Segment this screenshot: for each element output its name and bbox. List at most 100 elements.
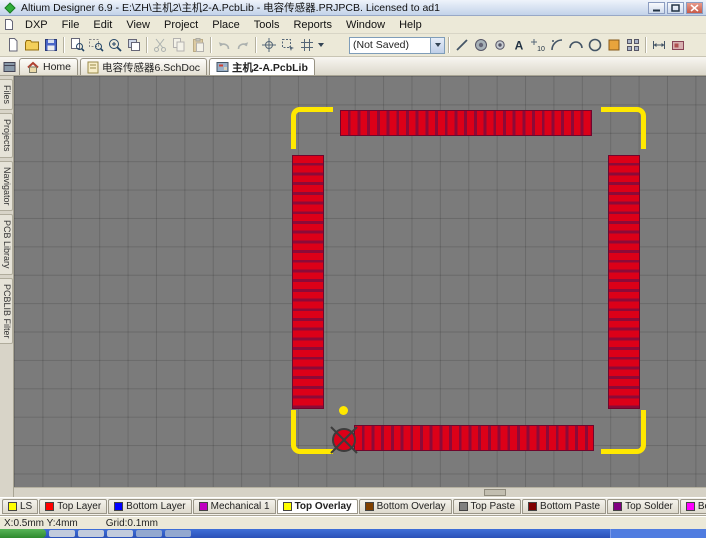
layer-tab-top-paste[interactable]: Top Paste bbox=[453, 499, 521, 514]
layer-tab-bottom-paste[interactable]: Bottom Paste bbox=[522, 499, 606, 514]
layer-color-swatch bbox=[686, 502, 695, 511]
silkscreen-corner-top-left[interactable] bbox=[291, 107, 333, 149]
sidebar-tab-navigator[interactable]: Navigator bbox=[0, 161, 13, 212]
layer-tab-ls[interactable]: LS bbox=[2, 499, 38, 514]
layer-tab-top-layer[interactable]: Top Layer bbox=[39, 499, 107, 514]
crosshair-icon[interactable] bbox=[259, 36, 278, 55]
tab-list-icon[interactable] bbox=[2, 59, 17, 74]
fit-document-icon[interactable] bbox=[67, 36, 86, 55]
place-via-icon[interactable] bbox=[490, 36, 509, 55]
copy-icon[interactable] bbox=[169, 36, 188, 55]
doc-tab-label: Home bbox=[43, 61, 71, 73]
menu-file[interactable]: File bbox=[55, 18, 87, 32]
sidebar-tab-pcblib-filter[interactable]: PCBLIB Filter bbox=[0, 278, 13, 345]
paste-icon[interactable] bbox=[188, 36, 207, 55]
altium-app-icon bbox=[4, 2, 15, 13]
zoom-area-icon[interactable] bbox=[86, 36, 105, 55]
start-button[interactable] bbox=[0, 529, 46, 538]
new-document-icon[interactable] bbox=[3, 36, 22, 55]
minimize-button[interactable] bbox=[648, 2, 665, 14]
arc-edge-icon[interactable] bbox=[566, 36, 585, 55]
menu-edit[interactable]: Edit bbox=[86, 18, 119, 32]
silkscreen-corner-bottom-left[interactable] bbox=[291, 410, 333, 454]
menu-reports[interactable]: Reports bbox=[286, 18, 339, 32]
tab-home[interactable]: Home bbox=[19, 58, 78, 75]
silkscreen-corner-top-right[interactable] bbox=[601, 107, 646, 149]
layer-tab-bottom-solder[interactable]: Bottom Solder bbox=[680, 499, 706, 514]
layer-tab-mechanical-1[interactable]: Mechanical 1 bbox=[193, 499, 276, 514]
menu-window[interactable]: Window bbox=[339, 18, 392, 32]
origin-dot[interactable] bbox=[339, 406, 348, 415]
place-room-icon[interactable] bbox=[668, 36, 687, 55]
menu-dxp[interactable]: DXP bbox=[18, 18, 55, 32]
maximize-button[interactable] bbox=[667, 2, 684, 14]
arc-center-icon[interactable] bbox=[547, 36, 566, 55]
layer-tab-bottom-overlay[interactable]: Bottom Overlay bbox=[359, 499, 452, 514]
selection-filter-icon[interactable] bbox=[278, 36, 297, 55]
quick-launch-item[interactable] bbox=[49, 530, 75, 537]
scrollbar-thumb[interactable] bbox=[484, 489, 506, 496]
open-folder-icon[interactable] bbox=[22, 36, 41, 55]
pad-column-right[interactable] bbox=[608, 155, 640, 409]
layer-tab-bottom-layer[interactable]: Bottom Layer bbox=[108, 499, 191, 514]
sidebar-tab-projects[interactable]: Projects bbox=[0, 113, 13, 158]
menu-help[interactable]: Help bbox=[392, 18, 429, 32]
toolbar-separator bbox=[146, 37, 147, 53]
place-line-icon[interactable] bbox=[452, 36, 471, 55]
svg-text:10: 10 bbox=[537, 46, 545, 53]
layer-color-swatch bbox=[199, 502, 208, 511]
layer-tab-top-solder[interactable]: Top Solder bbox=[607, 499, 679, 514]
pad-row-top[interactable] bbox=[340, 110, 592, 136]
tab-schdoc[interactable]: 电容传感器6.SchDoc bbox=[80, 58, 207, 75]
pad-column-left[interactable] bbox=[292, 155, 324, 409]
quick-launch-item[interactable] bbox=[78, 530, 104, 537]
place-dimension-icon[interactable] bbox=[649, 36, 668, 55]
zoom-selection-icon[interactable] bbox=[124, 36, 143, 55]
taskbar-window-button[interactable] bbox=[136, 530, 162, 537]
document-tabbar: Home 电容传感器6.SchDoc 主机2-A.PcbLib bbox=[0, 57, 706, 76]
toolbar-separator bbox=[645, 37, 646, 53]
taskbar-window-button[interactable] bbox=[165, 530, 191, 537]
toolbar-separator bbox=[210, 37, 211, 53]
pcb-canvas[interactable] bbox=[14, 76, 706, 487]
selection-filter-combobox[interactable]: (Not Saved) bbox=[349, 37, 445, 54]
menu-place[interactable]: Place bbox=[205, 18, 247, 32]
menu-view[interactable]: View bbox=[119, 18, 157, 32]
full-circle-icon[interactable] bbox=[585, 36, 604, 55]
zoom-in-icon[interactable] bbox=[105, 36, 124, 55]
grid-dropdown-button[interactable] bbox=[316, 36, 325, 55]
layer-tab-top-overlay[interactable]: Top Overlay bbox=[277, 499, 358, 514]
sidebar-tab-files[interactable]: Files bbox=[0, 79, 13, 110]
place-string-icon[interactable]: A bbox=[509, 36, 528, 55]
silkscreen-corner-bottom-right[interactable] bbox=[601, 410, 646, 454]
menu-tools[interactable]: Tools bbox=[247, 18, 287, 32]
combobox-dropdown-button[interactable] bbox=[430, 38, 444, 53]
quick-launch-item[interactable] bbox=[107, 530, 133, 537]
cursor-position: X:0.5mm Y:4mm bbox=[4, 518, 78, 529]
layer-tab-label: Bottom Paste bbox=[540, 501, 600, 512]
grid-readout: Grid:0.1mm bbox=[106, 518, 158, 529]
close-button[interactable] bbox=[686, 2, 703, 14]
tab-pcblib[interactable]: 主机2-A.PcbLib bbox=[209, 58, 315, 75]
pad-row-bottom[interactable] bbox=[354, 425, 594, 451]
system-tray[interactable] bbox=[610, 529, 706, 538]
horizontal-scrollbar[interactable] bbox=[14, 487, 706, 497]
document-menu-icon[interactable] bbox=[2, 18, 16, 32]
layer-tab-label: Bottom Layer bbox=[126, 501, 185, 512]
place-pad-icon[interactable] bbox=[471, 36, 490, 55]
pad1-crosshair-marker[interactable] bbox=[328, 424, 360, 456]
place-coordinate-icon[interactable]: 10 bbox=[528, 36, 547, 55]
titlebar: Altium Designer 6.9 - E:\ZH\主机2\主机2-A.Pc… bbox=[0, 0, 706, 16]
sidebar-tab-pcb-library[interactable]: PCB Library bbox=[0, 214, 13, 275]
undo-icon[interactable] bbox=[214, 36, 233, 55]
grid-settings-icon[interactable] bbox=[297, 36, 316, 55]
save-icon[interactable] bbox=[41, 36, 60, 55]
cut-icon[interactable] bbox=[150, 36, 169, 55]
paste-array-icon[interactable] bbox=[623, 36, 642, 55]
window-controls bbox=[648, 2, 703, 14]
menu-project[interactable]: Project bbox=[157, 18, 205, 32]
redo-icon[interactable] bbox=[233, 36, 252, 55]
altium-designer-window: Altium Designer 6.9 - E:\ZH\主机2\主机2-A.Pc… bbox=[0, 0, 706, 538]
toolbar-separator bbox=[255, 37, 256, 53]
place-fill-icon[interactable] bbox=[604, 36, 623, 55]
